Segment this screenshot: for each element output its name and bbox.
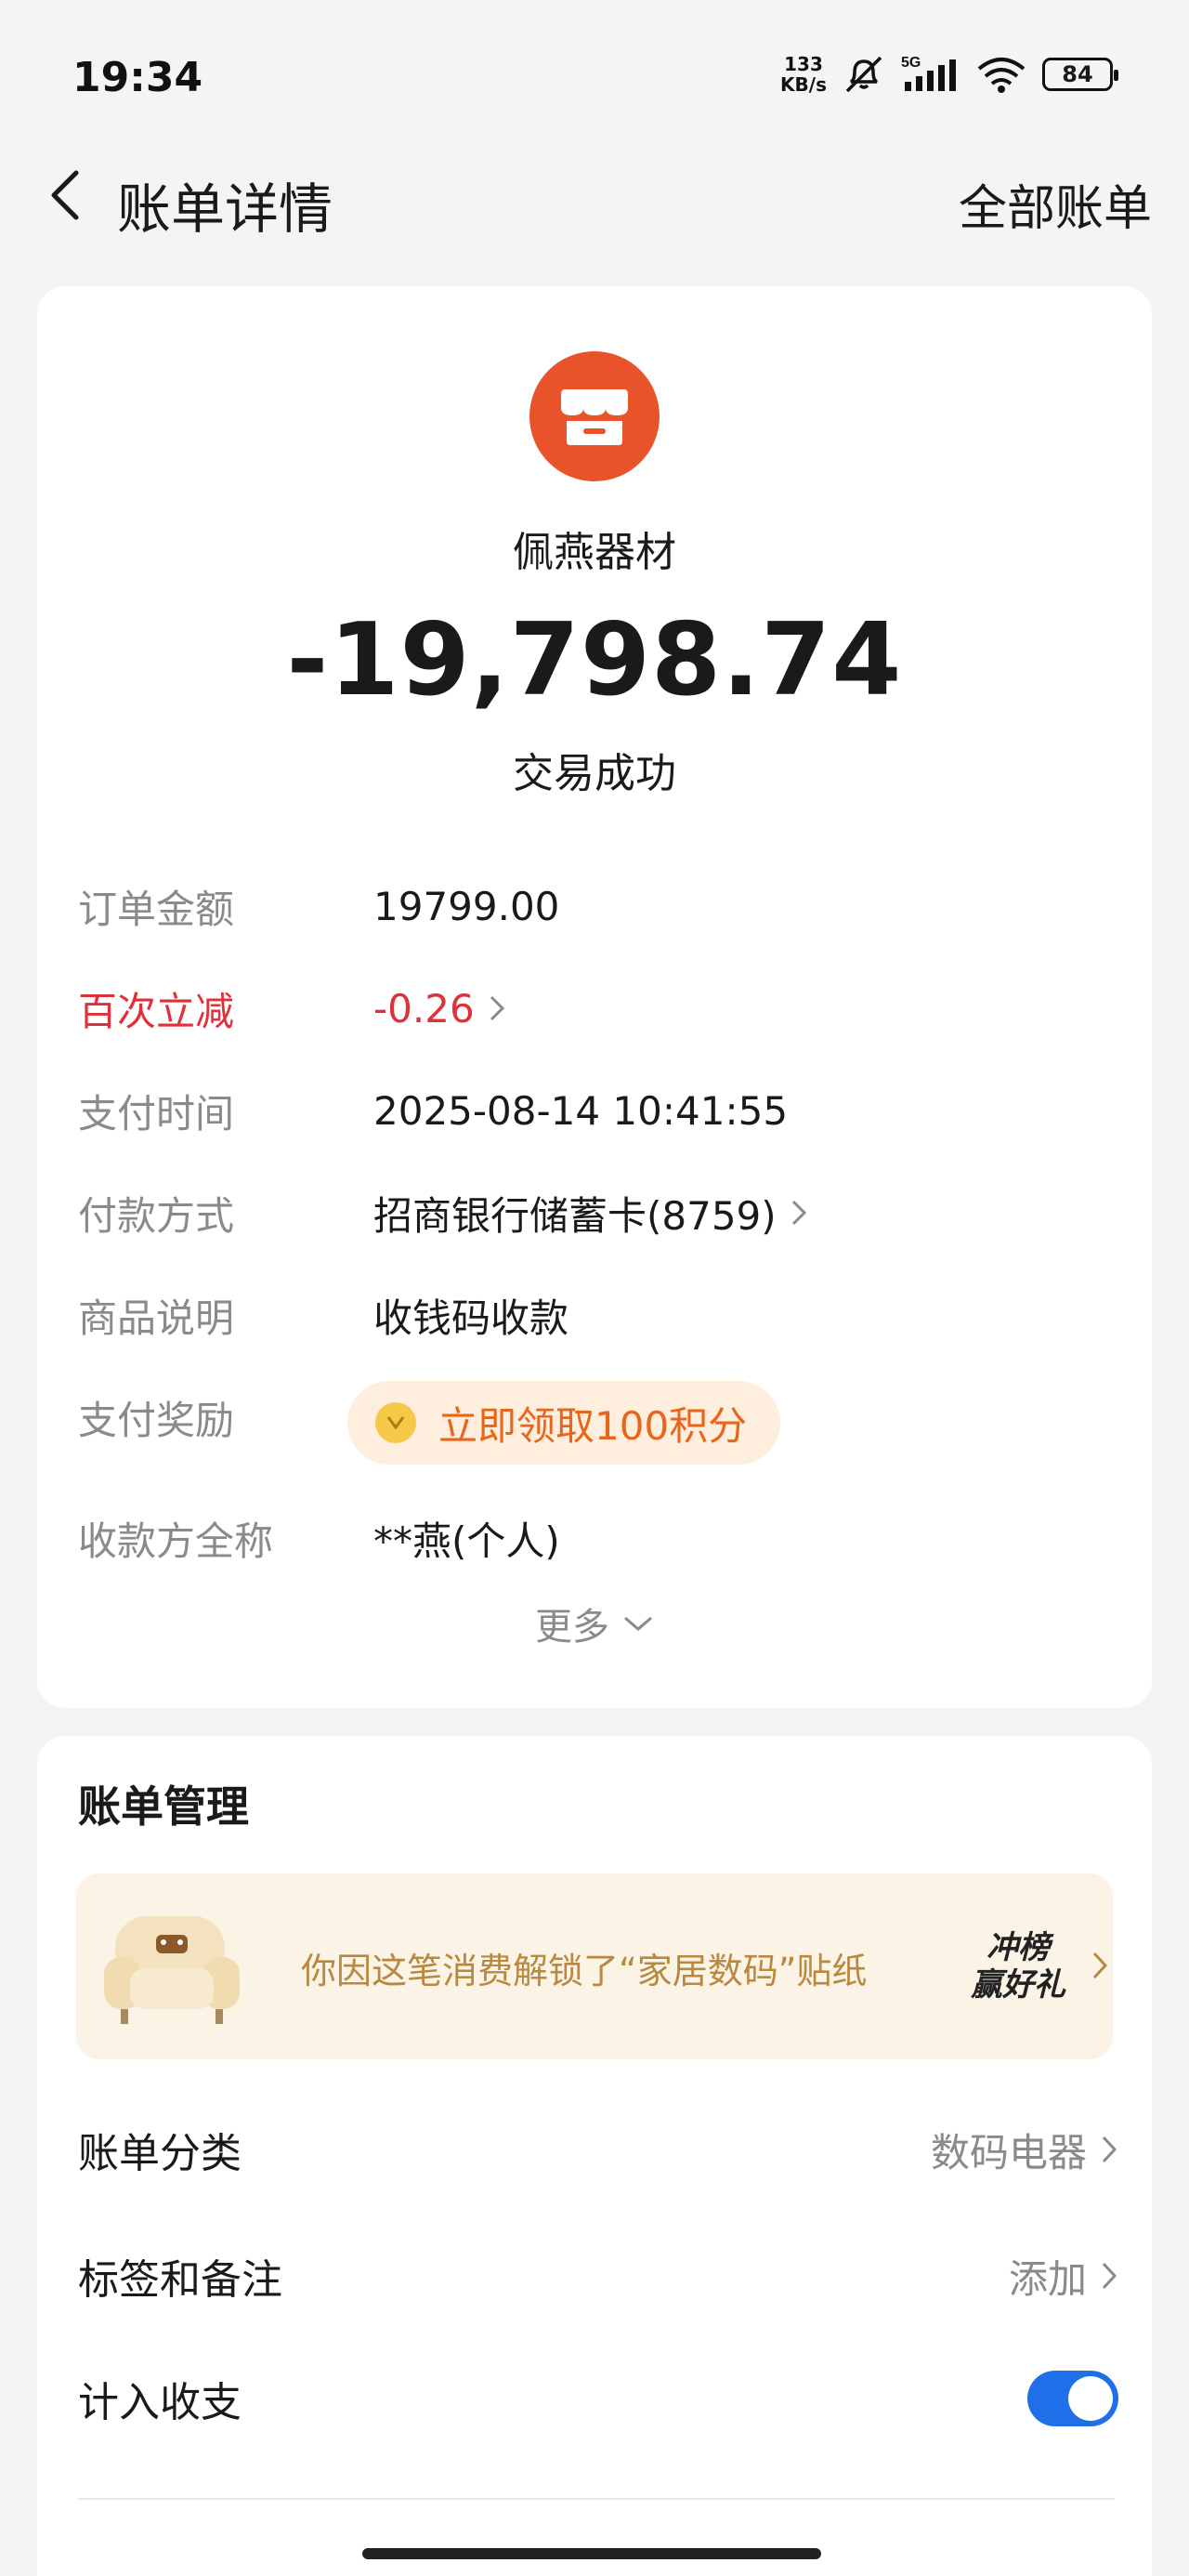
reward-text: 立即领取100积分 [438, 1402, 748, 1449]
home-indicator[interactable] [362, 2548, 821, 2559]
status-time: 19:34 [72, 54, 203, 101]
tag-value: 添加 [1008, 2255, 1087, 2302]
svg-text:5G: 5G [901, 55, 921, 71]
more-label: 更多 [535, 1606, 609, 1649]
chevron-right-icon [1102, 2136, 1117, 2163]
payee-row: 收款方全称 **燕(个人) [78, 1505, 1118, 1571]
goods-row: 商品说明 收钱码收款 [78, 1282, 1118, 1347]
signal-icon: 5G [901, 55, 956, 91]
transaction-card: 佩燕器材 -19,798.74 交易成功 订单金额 19799.00 百次立减 … [37, 286, 1152, 1708]
sticker-banner[interactable]: 你因这笔消费解锁了“家居数码”贴纸 冲榜 赢好礼 [76, 1873, 1113, 2059]
status-icons: 133 KB/s 5G 84 [780, 53, 1118, 96]
payee-value: **燕(个人) [373, 1518, 560, 1564]
coin-icon [375, 1402, 416, 1443]
merchant-logo [529, 351, 660, 481]
badge-line-2: 赢好礼 [971, 1966, 1065, 2004]
nav-bar: 账单详情 全部账单 [0, 149, 1189, 242]
category-label: 账单分类 [78, 2130, 242, 2177]
merchant-name: 佩燕器材 [513, 529, 676, 576]
transaction-status: 交易成功 [513, 750, 676, 797]
back-button[interactable] [37, 167, 93, 223]
transaction-amount: -19,798.74 [286, 602, 903, 718]
category-value: 数码电器 [930, 2129, 1087, 2175]
discount-value: -0.26 [373, 985, 475, 1032]
page-title: 账单详情 [117, 177, 333, 241]
discount-value-group: -0.26 [373, 986, 506, 1032]
category-value-group: 数码电器 [931, 2122, 1118, 2178]
more-button[interactable]: 更多 [37, 1597, 1152, 1650]
discount-row[interactable]: 百次立减 -0.26 [78, 976, 1118, 1041]
tag-label: 标签和备注 [78, 2256, 282, 2304]
toggle-knob [1068, 2376, 1113, 2421]
pay-method-label: 付款方式 [78, 1192, 235, 1239]
goods-value: 收钱码收款 [373, 1295, 569, 1341]
network-speed: 133 KB/s [780, 53, 827, 96]
pay-time-row: 支付时间 2025-08-14 10:41:55 [78, 1078, 1118, 1143]
store-icon [561, 389, 628, 445]
all-bills-link[interactable]: 全部账单 [959, 169, 1152, 239]
reward-label: 支付奖励 [78, 1397, 235, 1443]
mute-icon [845, 56, 882, 93]
divider [78, 2498, 1115, 2500]
chevron-right-icon [1092, 1952, 1108, 1979]
order-amount-value: 19799.00 [373, 883, 560, 929]
battery-icon: 84 [1042, 58, 1118, 91]
chevron-down-icon [624, 1616, 652, 1631]
badge-line-1: 冲榜 [986, 1929, 1050, 1966]
count-label: 计入收支 [78, 2379, 242, 2426]
payee-label: 收款方全称 [78, 1518, 274, 1564]
manage-title: 账单管理 [78, 1781, 249, 1832]
banner-text: 你因这笔消费解锁了“家居数码”贴纸 [301, 1951, 868, 1991]
wifi-icon [977, 58, 1026, 93]
reward-button[interactable]: 立即领取100积分 [347, 1381, 780, 1465]
status-bar: 19:34 133 KB/s 5G 84 [0, 0, 1189, 158]
chevron-right-icon [1102, 2262, 1117, 2290]
pay-method-row[interactable]: 付款方式 招商银行储蓄卡(8759) [78, 1180, 1118, 1245]
order-amount-row: 订单金额 19799.00 [78, 874, 1118, 939]
pay-time-value: 2025-08-14 10:41:55 [373, 1087, 789, 1134]
category-row[interactable]: 账单分类 数码电器 [78, 2108, 1118, 2191]
rank-badge: 冲榜 赢好礼 [953, 1918, 1083, 2015]
pay-method-value-group: 招商银行储蓄卡(8759) [373, 1185, 808, 1242]
sofa-icon [104, 1916, 240, 2024]
pay-method-value: 招商银行储蓄卡(8759) [373, 1192, 777, 1239]
back-arrow-icon [51, 170, 79, 220]
pay-time-label: 支付时间 [78, 1090, 235, 1137]
tag-row[interactable]: 标签和备注 添加 [78, 2234, 1118, 2318]
chevron-right-icon [791, 1200, 806, 1226]
order-amount-label: 订单金额 [78, 886, 235, 932]
tag-value-group: 添加 [1009, 2248, 1118, 2305]
goods-label: 商品说明 [78, 1295, 235, 1341]
discount-label: 百次立减 [78, 988, 235, 1034]
count-row: 计入收支 [78, 2357, 1118, 2440]
chevron-right-icon [490, 995, 504, 1021]
count-toggle[interactable] [1027, 2371, 1118, 2426]
bill-manage-card: 账单管理 你因这笔消费解锁了“家居数码”贴纸 冲榜 赢好礼 账单分类 数码电器 … [37, 1736, 1152, 2576]
